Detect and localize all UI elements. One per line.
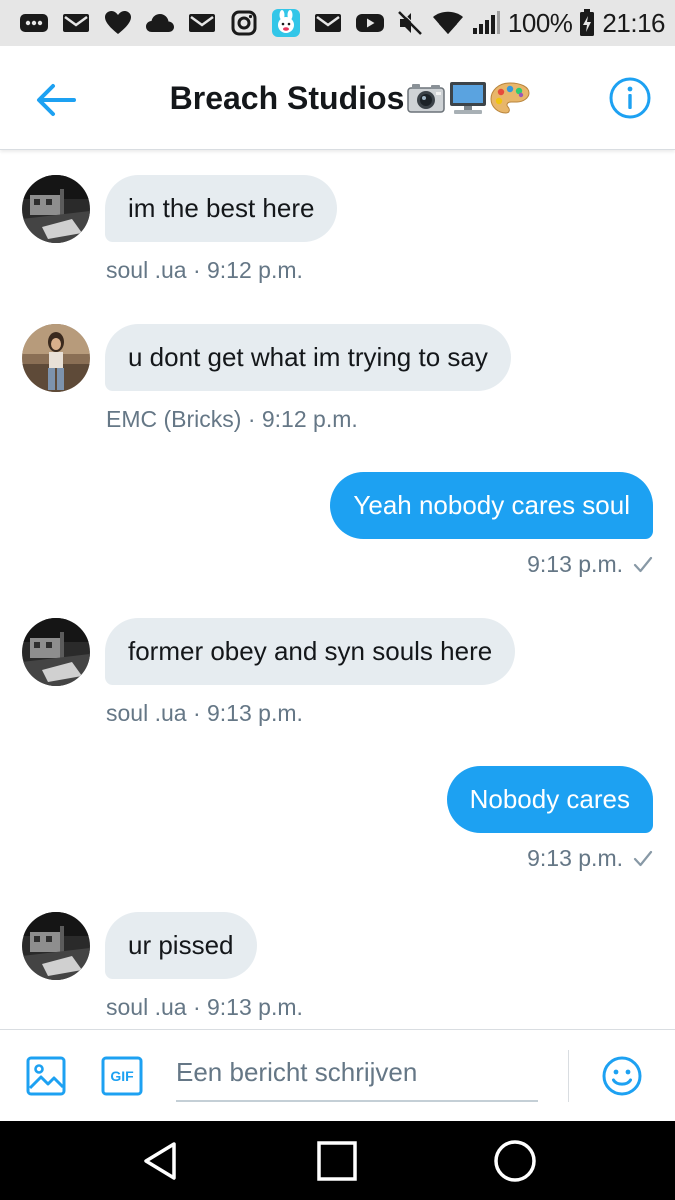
signal-icon: [470, 8, 502, 38]
battery-icon: [578, 8, 596, 38]
avatar[interactable]: [22, 175, 90, 243]
message-meta: 9:13 p.m.: [527, 845, 653, 872]
nav-home-button[interactable]: [491, 1137, 539, 1185]
nav-recents-button[interactable]: [313, 1137, 361, 1185]
more-icon: [18, 8, 50, 38]
system-nav-bar: [0, 1121, 675, 1200]
message-meta: soul .ua · 9:13 p.m.: [106, 700, 303, 726]
message-meta: soul .ua · 9:12 p.m.: [106, 257, 303, 283]
add-gif-button[interactable]: GIF: [100, 1054, 144, 1098]
message-meta: soul .ua · 9:13 p.m.: [106, 994, 303, 1020]
computer-icon: [448, 78, 488, 118]
image-icon: [26, 1056, 66, 1096]
circle-home-icon: [494, 1140, 536, 1182]
nav-back-button[interactable]: [136, 1137, 184, 1185]
triangle-back-icon: [144, 1142, 176, 1180]
emoji-button[interactable]: [600, 1054, 644, 1098]
smiley-icon: [602, 1056, 642, 1096]
message-bubble[interactable]: im the best here: [105, 175, 338, 242]
message-time: 9:13 p.m.: [527, 551, 623, 577]
camera-icon: [406, 78, 446, 118]
palette-icon: [490, 78, 530, 118]
message-bubble[interactable]: ur pissed: [105, 912, 257, 979]
add-image-button[interactable]: [24, 1054, 68, 1098]
conversation-header: Breach Studios: [0, 46, 675, 150]
mail-icon: [60, 8, 92, 38]
notification-icons: [18, 8, 386, 38]
back-button[interactable]: [30, 74, 82, 126]
youtube-icon: [354, 8, 386, 38]
message-composer: GIF: [0, 1029, 675, 1121]
message-bubble[interactable]: Nobody cares: [446, 766, 653, 833]
avatar[interactable]: [22, 324, 90, 392]
avatar[interactable]: [22, 618, 90, 686]
gif-label: GIF: [110, 1068, 134, 1084]
clock: 21:16: [602, 7, 665, 38]
info-button[interactable]: [604, 72, 656, 124]
message-bubble[interactable]: former obey and syn souls here: [105, 618, 516, 685]
instagram-icon: [228, 8, 260, 38]
cloud-icon: [144, 8, 176, 38]
checkmark-icon: [633, 556, 653, 572]
mail-icon: [312, 8, 344, 38]
message-meta: 9:13 p.m.: [527, 551, 653, 578]
battery-percent: 100%: [507, 7, 573, 38]
checkmark-icon: [633, 850, 653, 866]
mute-icon: [394, 8, 426, 38]
arrow-left-icon: [37, 84, 76, 116]
message-bubble[interactable]: u dont get what im trying to say: [105, 324, 511, 391]
page-title: Breach Studios: [169, 79, 405, 116]
avatar[interactable]: [22, 912, 90, 980]
conversation-title[interactable]: Breach Studios: [130, 70, 570, 126]
message-list[interactable]: im the best here soul .ua · 9:12 p.m. u …: [0, 151, 675, 1029]
status-bar: 100% 21:16: [0, 0, 675, 46]
message-bubble[interactable]: Yeah nobody cares soul: [330, 472, 653, 539]
app-icon: [270, 8, 302, 38]
message-input[interactable]: [176, 1044, 538, 1102]
message-meta: EMC (Bricks) · 9:12 p.m.: [106, 406, 358, 432]
info-icon: [609, 77, 651, 119]
heart-icon: [102, 8, 134, 38]
wifi-icon: [432, 8, 464, 38]
mail-icon: [186, 8, 218, 38]
system-status: 100% 21:16: [394, 8, 665, 39]
message-time: 9:13 p.m.: [527, 845, 623, 871]
square-recents-icon: [317, 1141, 357, 1181]
divider: [568, 1050, 569, 1102]
